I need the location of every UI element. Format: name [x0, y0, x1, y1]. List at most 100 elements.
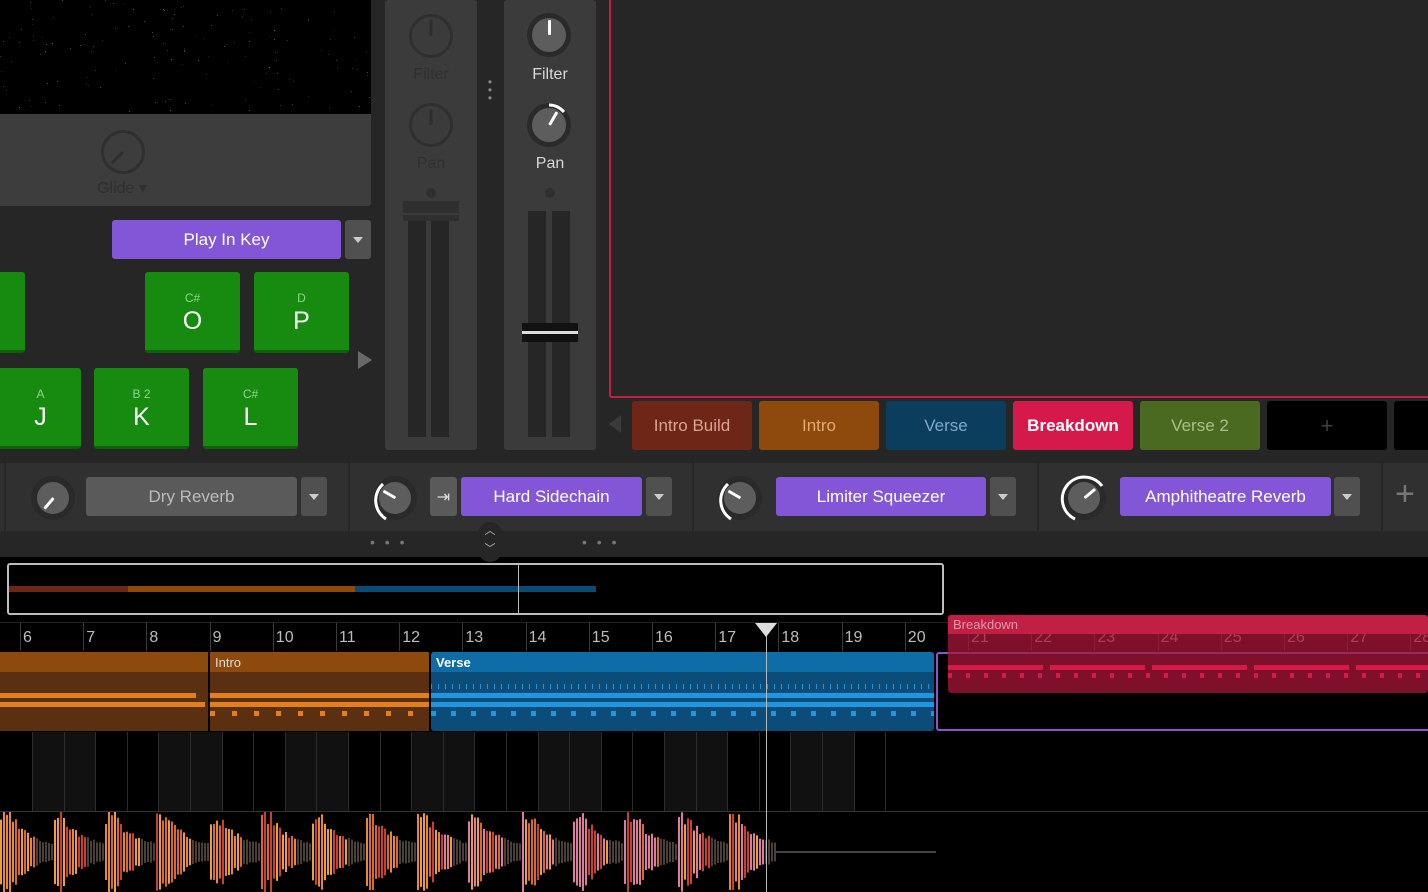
scene-verse[interactable]: Verse [886, 401, 1006, 450]
waveform-sample [348, 837, 350, 867]
hard-sidechain-amount-knob[interactable] [373, 476, 417, 521]
panel-resize-toggle[interactable]: ︿ ﹀ [478, 522, 502, 562]
filter-knob[interactable] [409, 14, 453, 58]
sidechain-input-icon[interactable]: ⇥ [430, 477, 457, 516]
waveform-sample [369, 813, 371, 891]
scene-verse-2[interactable]: Verse 2 [1140, 401, 1260, 450]
key-pad-p[interactable]: D P [254, 272, 349, 353]
grid-cell[interactable] [822, 732, 854, 811]
overview-position-marker[interactable] [518, 565, 519, 613]
resize-handle-icon[interactable]: • • • [487, 76, 493, 104]
grid-cell[interactable] [885, 732, 917, 811]
scene-slot-empty[interactable] [1394, 401, 1428, 450]
more-options-icon[interactable]: • • • [582, 534, 619, 550]
clip-breakdown-dragging[interactable]: Breakdown [948, 615, 1428, 693]
grid-cell[interactable] [253, 732, 285, 811]
key-pad-j[interactable]: A J [0, 368, 81, 449]
play-in-key-button[interactable]: Play In Key [112, 220, 341, 259]
grid-cell[interactable] [284, 732, 317, 811]
grid-cell[interactable] [632, 732, 664, 811]
dry-reverb-dropdown[interactable] [301, 477, 327, 516]
clip-intro-build[interactable] [0, 652, 208, 731]
grid-cell[interactable] [348, 732, 380, 811]
prev-scenes-arrow-icon[interactable] [609, 415, 621, 433]
amphitheatre-reverb-dropdown[interactable] [1334, 477, 1360, 516]
grid-cell[interactable] [190, 732, 222, 811]
waveform-sample [696, 825, 698, 879]
grid-cell[interactable] [126, 732, 159, 811]
add-effect-button[interactable]: + [1395, 475, 1415, 514]
solo-indicator[interactable] [545, 188, 555, 198]
pan-knob[interactable] [527, 103, 571, 147]
waveform-sample [78, 836, 80, 868]
key-pad-o[interactable]: C# O [145, 272, 240, 353]
amphitheatre-reverb-amount-knob[interactable] [1060, 475, 1106, 521]
bar-tick [715, 623, 717, 651]
waveform-sample [198, 842, 200, 862]
grid-cell[interactable] [664, 732, 696, 811]
limiter-squeezer-amount-knob[interactable] [718, 476, 762, 521]
hard-sidechain-dropdown[interactable] [646, 477, 672, 516]
play-in-key-dropdown[interactable] [345, 220, 371, 259]
solo-indicator[interactable] [426, 188, 436, 198]
scene-intro[interactable]: Intro [759, 401, 879, 450]
waveform-sample [615, 840, 617, 864]
pan-knob[interactable] [409, 103, 453, 147]
waveform-sample [684, 824, 686, 880]
scene-intro-build[interactable]: Intro Build [632, 401, 752, 450]
playhead-marker-icon[interactable] [754, 623, 777, 637]
grid-cell[interactable] [506, 732, 538, 811]
dry-reverb-button[interactable]: Dry Reverb [86, 477, 297, 516]
glide-label[interactable]: Glide ▾ [92, 178, 152, 198]
grid-cell[interactable] [158, 732, 190, 811]
arrangement-overview[interactable] [7, 563, 944, 615]
waveform-sample [258, 843, 260, 861]
key-pad[interactable] [0, 272, 25, 353]
limiter-squeezer-button[interactable]: Limiter Squeezer [776, 477, 986, 516]
limiter-squeezer-dropdown[interactable] [990, 477, 1016, 516]
waveform-sample [639, 819, 641, 885]
glide-knob[interactable] [101, 130, 145, 174]
grid-cell[interactable] [569, 732, 601, 811]
grid-cell[interactable] [600, 732, 633, 811]
star [133, 8, 135, 10]
grid-cell[interactable] [727, 732, 759, 811]
waveform-sample [462, 843, 464, 861]
grid-cell[interactable] [790, 732, 822, 811]
hard-sidechain-button[interactable]: Hard Sidechain [461, 477, 642, 516]
volume-fader-handle[interactable] [522, 323, 578, 342]
grid-cell[interactable] [758, 732, 791, 811]
more-options-icon[interactable]: • • • [370, 534, 407, 550]
star [52, 43, 54, 45]
amphitheatre-reverb-button[interactable]: Amphitheatre Reverb [1120, 477, 1331, 516]
scene-breakdown[interactable]: Breakdown [1013, 401, 1133, 450]
dry-reverb-amount-knob[interactable] [31, 476, 75, 520]
grid-cell[interactable] [853, 732, 886, 811]
waveform-sample [456, 839, 458, 865]
bar-tick [336, 623, 337, 651]
grid-cell[interactable] [695, 732, 728, 811]
overview-segment-intro [128, 586, 355, 592]
filter-knob[interactable] [527, 13, 571, 57]
grid-cell[interactable] [32, 732, 64, 811]
grid-cell[interactable] [442, 732, 475, 811]
grid-cell[interactable] [411, 732, 443, 811]
waveform-sample [405, 840, 407, 864]
clip-verse[interactable]: Verse [431, 652, 934, 731]
next-pads-arrow-icon[interactable] [358, 351, 372, 369]
key-pad-l[interactable]: C# L [203, 368, 298, 449]
key-pad-k[interactable]: B 2 K [94, 368, 189, 449]
grid-cell[interactable] [474, 732, 506, 811]
clip-intro[interactable]: Intro [210, 652, 429, 731]
grid-cell[interactable] [316, 732, 348, 811]
grid-cell[interactable] [537, 732, 570, 811]
grid-cell[interactable] [95, 732, 127, 811]
grid-cell[interactable] [63, 732, 96, 811]
grid-cell[interactable] [379, 732, 412, 811]
waveform-sample [750, 834, 752, 870]
star [274, 38, 276, 40]
volume-fader-handle[interactable] [403, 201, 459, 221]
waveform-sample [618, 841, 620, 863]
grid-cell[interactable] [221, 732, 254, 811]
add-scene-button[interactable]: + [1267, 401, 1387, 450]
